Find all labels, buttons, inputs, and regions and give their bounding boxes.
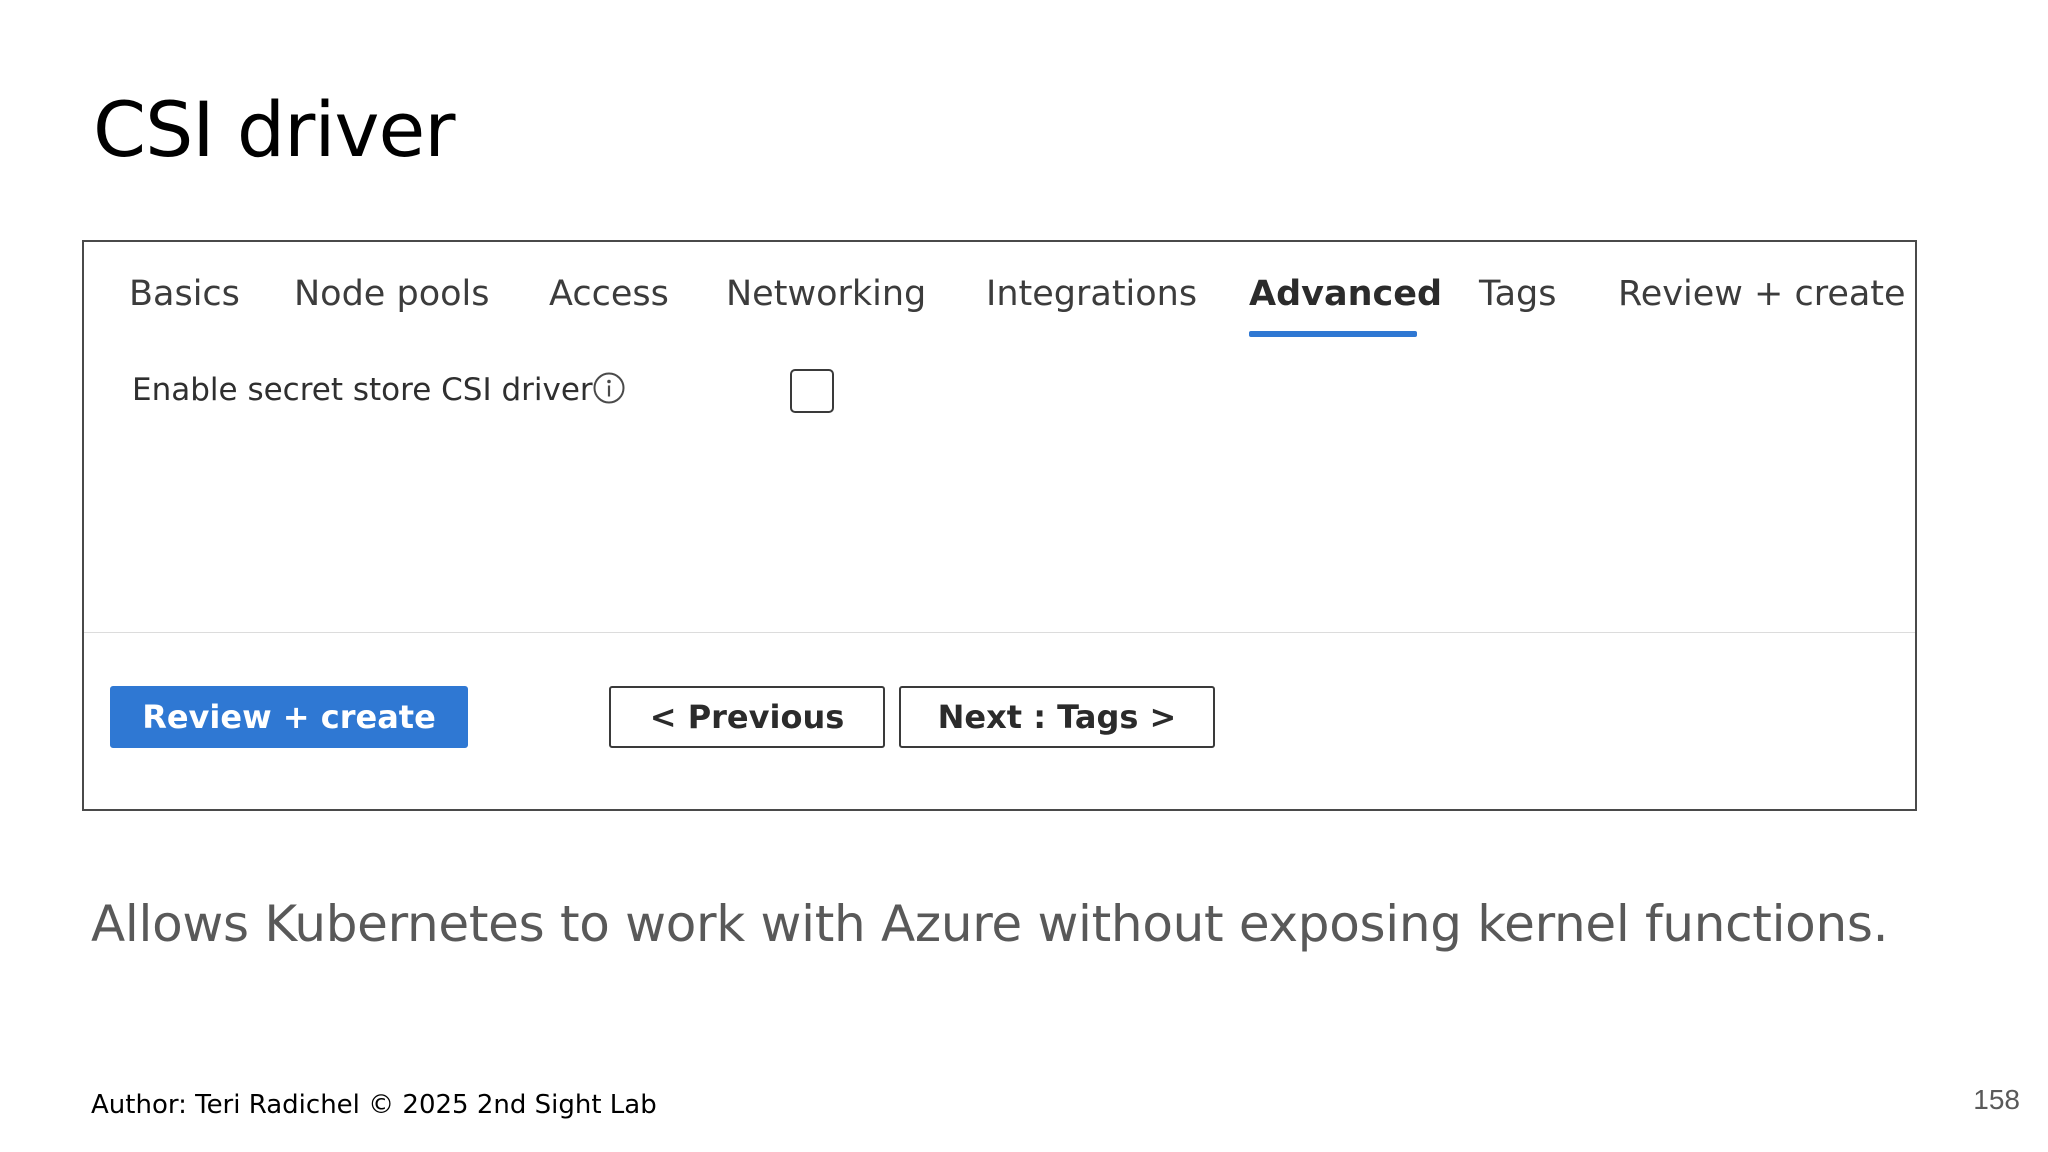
tab-basics[interactable]: Basics <box>129 272 240 316</box>
next-tags-button[interactable]: Next : Tags > <box>899 686 1215 748</box>
review-create-button[interactable]: Review + create <box>110 686 468 748</box>
slide-description: Allows Kubernetes to work with Azure wit… <box>91 895 1889 953</box>
tab-networking[interactable]: Networking <box>726 272 926 316</box>
footer-author: Author: Teri Radichel © 2025 2nd Sight L… <box>91 1090 657 1120</box>
previous-button[interactable]: < Previous <box>609 686 885 748</box>
tab-access[interactable]: Access <box>549 272 669 316</box>
secret-store-label: Enable secret store CSI driver <box>132 372 593 408</box>
active-tab-indicator <box>1249 331 1417 337</box>
wizard-tabs: Basics Node pools Access Networking Inte… <box>84 242 1915 342</box>
portal-screenshot: Basics Node pools Access Networking Inte… <box>82 240 1917 811</box>
info-icon[interactable] <box>592 371 626 405</box>
secret-store-checkbox[interactable] <box>790 369 834 413</box>
tab-node-pools[interactable]: Node pools <box>294 272 489 316</box>
tab-integrations[interactable]: Integrations <box>986 272 1197 316</box>
tab-advanced[interactable]: Advanced <box>1249 272 1442 316</box>
footer-divider <box>84 632 1915 633</box>
tab-tags[interactable]: Tags <box>1479 272 1557 316</box>
page-number: 158 <box>1973 1084 2020 1115</box>
slide-title: CSI driver <box>93 85 455 174</box>
tab-review-create[interactable]: Review + create <box>1618 272 1906 316</box>
